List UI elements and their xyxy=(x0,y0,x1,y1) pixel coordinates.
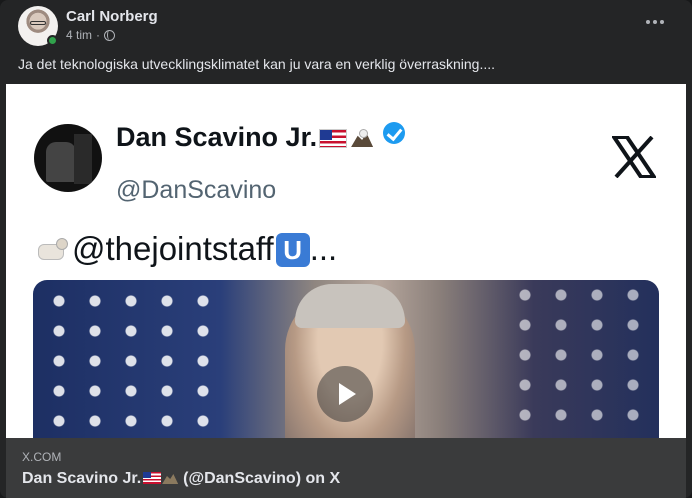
avatar-glasses xyxy=(30,21,46,25)
eagle-icon xyxy=(161,471,179,485)
post-text: Ja det teknologiska utvecklingsklimatet … xyxy=(18,56,496,72)
play-icon[interactable] xyxy=(317,366,373,422)
post-timestamp[interactable]: 4 tim xyxy=(66,28,92,42)
tweet-ellipsis: ... xyxy=(309,230,338,267)
more-options-icon[interactable] xyxy=(642,12,668,32)
u-badge-icon: U xyxy=(275,233,310,267)
link-title[interactable]: Dan Scavino Jr. (@DanScavino) on X xyxy=(22,470,340,488)
author-name[interactable]: Carl Norberg xyxy=(66,8,158,25)
link-title-prefix: Dan Scavino Jr. xyxy=(22,470,142,487)
flag-stars-left xyxy=(33,280,233,438)
meta-separator: · xyxy=(96,28,101,42)
feed-post: Carl Norberg 4 tim · Ja det teknologiska… xyxy=(0,0,692,498)
tweet-text: @thejointstaff U... xyxy=(34,230,337,268)
tweet-author-handle: @DanScavino xyxy=(116,176,277,204)
link-domain: X.COM xyxy=(22,450,62,464)
verified-badge-icon xyxy=(383,122,406,144)
eagle-icon xyxy=(349,127,375,149)
tweet-author-avatar xyxy=(34,124,102,192)
link-preview-footer[interactable]: X.COM Dan Scavino Jr. (@DanScavino) on X xyxy=(6,438,686,498)
tweet-mention: @thejointstaff xyxy=(72,230,274,267)
us-flag-icon xyxy=(319,129,348,148)
tweet-author-name: Dan Scavino Jr. xyxy=(116,122,406,153)
tweet-video-thumbnail[interactable] xyxy=(33,280,659,438)
globe-icon[interactable] xyxy=(104,29,116,41)
x-logo-icon xyxy=(610,135,658,179)
link-title-suffix: (@DanScavino) on X xyxy=(183,470,341,487)
post-header: Carl Norberg 4 tim · xyxy=(18,6,674,46)
online-status-indicator xyxy=(47,35,58,46)
post-meta: 4 tim · xyxy=(66,28,116,42)
speaker-hair xyxy=(295,284,405,328)
us-flag-icon xyxy=(143,472,162,484)
tweet-author-name-text: Dan Scavino Jr. xyxy=(116,122,318,152)
goat-icon xyxy=(34,234,68,264)
link-preview-image[interactable]: Dan Scavino Jr. @DanScavino @thejointsta… xyxy=(6,84,686,438)
flag-stars-right xyxy=(503,280,659,438)
